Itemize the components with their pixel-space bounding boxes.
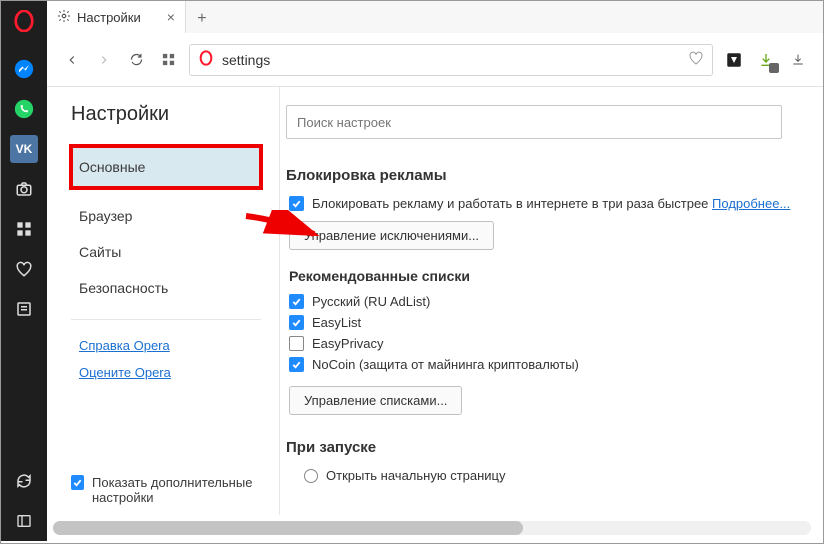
bookmark-heart-icon[interactable] — [688, 50, 704, 69]
list-nocoin[interactable]: NoCoin (защита от майнинга криптовалюты) — [289, 357, 803, 372]
forward-button[interactable] — [93, 49, 115, 71]
downloads-icon[interactable] — [755, 49, 777, 71]
sidebar-title: Настройки — [71, 103, 261, 126]
startup-section-title: При запуске — [286, 439, 803, 456]
content-area: Настройки Основные Браузер Сайты Безопас… — [47, 87, 817, 515]
checkbox-icon — [71, 475, 84, 490]
list-ru-adlist[interactable]: Русский (RU AdList) — [289, 294, 803, 309]
save-page-icon[interactable] — [787, 49, 809, 71]
back-button[interactable] — [61, 49, 83, 71]
whatsapp-icon[interactable] — [10, 95, 38, 123]
extension-icon[interactable] — [723, 49, 745, 71]
manage-exceptions-button[interactable]: Управление исключениями... — [289, 221, 494, 250]
checkbox-icon — [289, 315, 304, 330]
tab-title: Настройки — [77, 10, 141, 25]
address-text: settings — [222, 52, 680, 68]
speed-dial-icon[interactable] — [10, 215, 38, 243]
news-icon[interactable] — [10, 295, 38, 323]
checkbox-icon — [289, 294, 304, 309]
list-easylist[interactable]: EasyList — [289, 315, 803, 330]
camera-icon[interactable] — [10, 175, 38, 203]
radio-icon — [304, 469, 318, 483]
recommended-lists-title: Рекомендованные списки — [289, 268, 803, 284]
manage-lists-button[interactable]: Управление списками... — [289, 386, 462, 415]
reload-button[interactable] — [125, 49, 147, 71]
heart-icon[interactable] — [10, 255, 38, 283]
sidebar-toggle-icon[interactable] — [10, 507, 38, 535]
sidebar-item-browser[interactable]: Браузер — [71, 198, 261, 234]
messenger-icon[interactable] — [10, 55, 38, 83]
help-link[interactable]: Справка Opera — [79, 338, 261, 353]
tab-settings[interactable]: Настройки × — [47, 1, 186, 33]
startup-open-start-page[interactable]: Открыть начальную страницу — [304, 468, 803, 483]
speed-dial-button[interactable] — [157, 49, 179, 71]
checkbox-icon — [289, 357, 304, 372]
address-bar[interactable]: settings — [189, 44, 713, 76]
list-easyprivacy[interactable]: EasyPrivacy — [289, 336, 803, 351]
sidebar-item-security[interactable]: Безопасность — [71, 270, 261, 306]
sidebar-item-basic[interactable]: Основные — [71, 146, 261, 188]
opera-o-icon — [198, 50, 214, 69]
vk-icon[interactable]: VK — [10, 135, 38, 163]
checkbox-icon — [289, 336, 304, 351]
checkbox-icon — [289, 196, 304, 211]
close-tab-icon[interactable]: × — [167, 9, 175, 25]
rate-link[interactable]: Оцените Opera — [79, 365, 261, 380]
learn-more-link[interactable]: Подробнее... — [712, 196, 790, 211]
tab-strip: Настройки × + — [47, 1, 823, 33]
opera-logo-icon — [10, 7, 38, 35]
sidebar-item-sites[interactable]: Сайты — [71, 234, 261, 270]
sync-icon[interactable] — [10, 467, 38, 495]
adblock-section-title: Блокировка рекламы — [286, 167, 803, 184]
nav-bar: settings — [47, 33, 823, 87]
settings-main: Блокировка рекламы Блокировать рекламу и… — [279, 87, 817, 515]
new-tab-button[interactable]: + — [186, 5, 218, 33]
scrollbar-thumb[interactable] — [53, 521, 523, 535]
adblock-toggle[interactable]: Блокировать рекламу и работать в интерне… — [289, 196, 803, 211]
gear-icon — [57, 9, 71, 26]
horizontal-scrollbar[interactable] — [53, 521, 811, 535]
settings-search-input[interactable] — [286, 105, 782, 139]
settings-sidebar: Настройки Основные Браузер Сайты Безопас… — [47, 87, 279, 515]
left-rail: VK — [1, 1, 47, 541]
show-advanced-toggle[interactable]: Показать дополнительные настройки — [71, 475, 261, 505]
